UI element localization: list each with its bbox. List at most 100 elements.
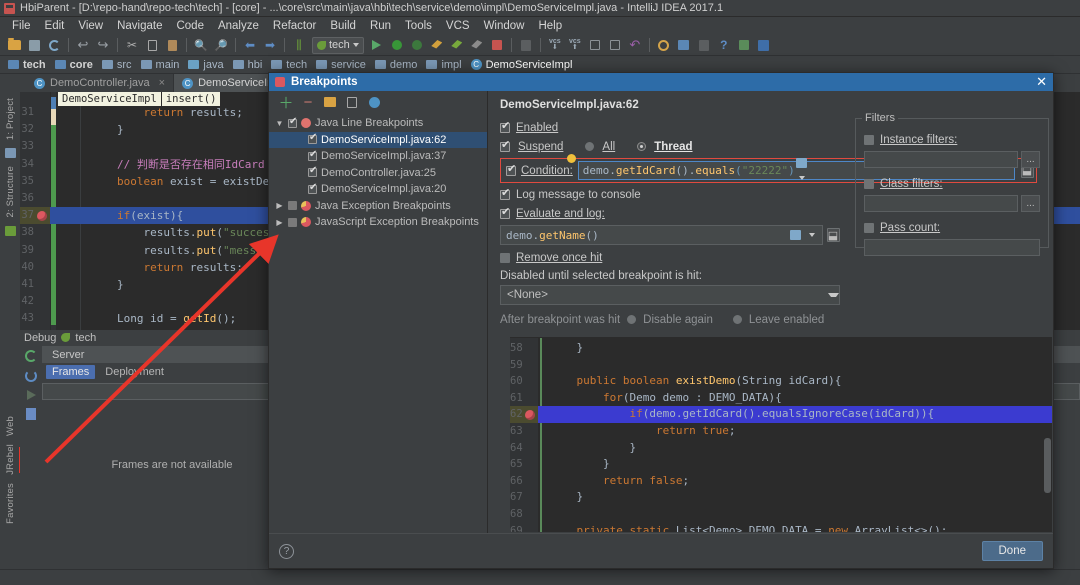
menu-item-navigate[interactable]: Navigate	[110, 17, 169, 35]
sdk-icon[interactable]	[694, 36, 714, 55]
chevron-down-icon[interactable]	[795, 171, 809, 186]
breadcrumb-item-hbi[interactable]: hbi	[230, 59, 269, 71]
cut-icon[interactable]: ✂	[122, 36, 142, 55]
instance-filters-input[interactable]	[864, 151, 1018, 168]
redo-icon[interactable]: ↪	[93, 36, 113, 55]
evaluate-and-log-checkbox[interactable]	[500, 205, 510, 219]
open-folder-icon[interactable]	[4, 36, 24, 55]
chevron-right-icon[interactable]: ▶	[275, 218, 284, 227]
resume-program-icon[interactable]	[25, 350, 37, 362]
sync-icon[interactable]	[44, 36, 64, 55]
evaluate-and-log-input[interactable]: demo.getName()	[500, 225, 823, 245]
menu-item-vcs[interactable]: VCS	[439, 17, 477, 35]
menu-item-refactor[interactable]: Refactor	[266, 17, 323, 35]
intention-bulb-icon[interactable]	[567, 154, 576, 163]
save-all-icon[interactable]	[24, 36, 44, 55]
menu-item-run[interactable]: Run	[363, 17, 398, 35]
preview-scrollbar[interactable]	[1044, 438, 1051, 493]
class-filters-input[interactable]	[864, 195, 1018, 212]
class-filters-checkbox[interactable]	[864, 178, 874, 189]
help-icon[interactable]: ?	[714, 36, 734, 55]
forward-icon[interactable]: ➡	[260, 36, 280, 55]
build-project-icon[interactable]	[427, 36, 447, 55]
tab-deployment[interactable]: Deployment	[99, 365, 170, 379]
code-line[interactable]: 61 for(Demo demo : DEMO_DATA){	[510, 390, 1052, 407]
rollback-icon[interactable]: ↶	[625, 36, 645, 55]
toolwindow-project[interactable]: 1: Project	[5, 94, 16, 144]
breakpoint-tree-item[interactable]: DemoServiceImpl.java:62	[269, 131, 487, 148]
editor-tab-democontroller[interactable]: C DemoController.java ×	[26, 74, 175, 92]
breadcrumb-item-java[interactable]: java	[185, 59, 229, 71]
breakpoints-tree[interactable]: ▼ Java Line Breakpoints DemoServiceImpl.ja…	[269, 113, 487, 533]
breakpoint-enabled-checkbox[interactable]	[288, 116, 297, 128]
shelve-icon[interactable]	[605, 36, 625, 55]
compile-icon[interactable]: ⫼	[289, 36, 309, 55]
build-module-icon[interactable]	[447, 36, 467, 55]
toolwindow-web[interactable]: Web	[5, 412, 16, 440]
breakpoint-enabled-checkbox[interactable]	[288, 201, 297, 211]
enabled-checkbox[interactable]	[500, 119, 510, 133]
group-by-file-icon[interactable]	[323, 95, 337, 109]
menu-item-edit[interactable]: Edit	[38, 17, 72, 35]
code-line[interactable]: 63 return true;	[510, 423, 1052, 440]
breakpoint-enabled-checkbox[interactable]	[308, 182, 317, 194]
pass-count-row[interactable]: Pass count:	[864, 218, 1040, 237]
run-icon[interactable]	[367, 36, 387, 55]
menu-item-view[interactable]: View	[71, 17, 110, 35]
class-filters-browse-button[interactable]: ...	[1021, 195, 1040, 212]
menu-item-window[interactable]: Window	[477, 17, 532, 35]
expression-editor-icon[interactable]	[795, 156, 809, 171]
back-icon[interactable]: ⬅	[240, 36, 260, 55]
breadcrumb-item-impl[interactable]: impl	[423, 59, 467, 71]
paste-icon[interactable]	[162, 36, 182, 55]
suspend-all-radio[interactable]	[585, 142, 595, 151]
close-icon[interactable]: ×	[159, 77, 165, 89]
menu-item-tools[interactable]: Tools	[398, 17, 439, 35]
find-icon[interactable]: 🔍	[191, 36, 211, 55]
debug-icon[interactable]	[387, 36, 407, 55]
rerun-debug-icon[interactable]	[407, 36, 427, 55]
tab-frames[interactable]: Frames	[46, 365, 96, 379]
breadcrumb-item-src[interactable]: src	[99, 59, 138, 71]
stop-icon[interactable]	[487, 36, 507, 55]
layout-icon[interactable]	[754, 36, 774, 55]
remove-breakpoint-icon[interactable]: −	[301, 94, 315, 111]
copy-breakpoint-icon[interactable]	[345, 95, 359, 109]
run-configuration-selector[interactable]: tech	[312, 36, 364, 54]
breadcrumb-chip-method[interactable]: insert()	[161, 92, 221, 106]
mute-breakpoints-icon[interactable]	[367, 95, 381, 109]
close-icon[interactable]: ✕	[1036, 74, 1047, 90]
breakpoint-tree-item[interactable]: ▶ JavaScript Exception Breakpoints	[269, 214, 487, 231]
breakpoint-tree-item[interactable]: DemoServiceImpl.java:20	[269, 181, 487, 198]
breadcrumb-item-tech[interactable]: tech	[5, 59, 52, 71]
coverage-icon[interactable]	[516, 36, 536, 55]
rerun-icon[interactable]	[25, 370, 37, 382]
code-line[interactable]: 65 }	[510, 456, 1052, 473]
breakpoint-enabled-checkbox[interactable]	[288, 217, 297, 227]
code-line[interactable]: 62 if(demo.getIdCard().equalsIgnoreCase(…	[510, 406, 1052, 423]
replace-icon[interactable]: 🔎	[211, 36, 231, 55]
chevron-right-icon[interactable]: ▶	[275, 201, 284, 210]
breadcrumb-item-core[interactable]: core	[52, 59, 99, 71]
instance-filters-row[interactable]: Instance filters:	[864, 130, 1040, 149]
settings-icon[interactable]	[654, 36, 674, 55]
disabled-until-dropdown[interactable]: <None>	[500, 285, 840, 305]
evaluate-and-log-row[interactable]: Evaluate and log:	[500, 204, 845, 223]
leave-enabled-radio[interactable]	[732, 315, 742, 324]
undo-icon[interactable]: ↩	[73, 36, 93, 55]
expression-editor-icon[interactable]	[788, 228, 802, 243]
resume-icon[interactable]	[26, 390, 36, 400]
code-line[interactable]: 60 public boolean existDemo(String idCar…	[510, 373, 1052, 390]
menu-item-help[interactable]: Help	[531, 17, 569, 35]
remove-once-hit-checkbox[interactable]	[500, 252, 510, 263]
add-breakpoint-icon[interactable]: ＋	[279, 95, 294, 112]
suspend-checkbox[interactable]	[500, 138, 510, 152]
breadcrumb-item-service[interactable]: service	[313, 59, 372, 71]
code-line[interactable]: 64 }	[510, 440, 1052, 457]
disable-again-radio[interactable]	[627, 315, 637, 324]
remove-once-hit-row[interactable]: Remove once hit	[500, 248, 845, 267]
breakpoint-icon[interactable]	[37, 210, 47, 221]
code-line[interactable]: 59	[510, 357, 1052, 374]
breakpoint-tree-item[interactable]: DemoServiceImpl.java:37	[269, 148, 487, 165]
code-line[interactable]: 68	[510, 506, 1052, 523]
